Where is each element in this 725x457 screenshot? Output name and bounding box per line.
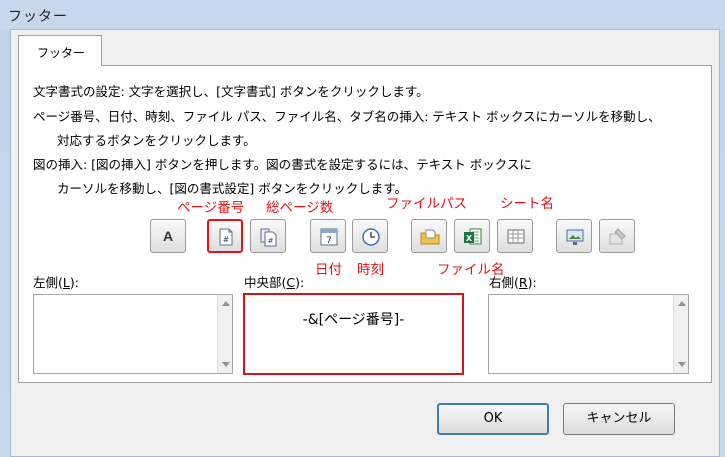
insert-file-name-button[interactable]: X: [454, 219, 490, 253]
right-section-input[interactable]: [488, 294, 689, 374]
svg-text:#: #: [223, 235, 230, 244]
file-name-icon: X: [464, 228, 482, 245]
scroll-down-icon[interactable]: [222, 362, 230, 367]
instruction-line-5: カーソルを移動し、[図の書式設定] ボタンをクリックします。: [57, 181, 407, 196]
cancel-button[interactable]: キャンセル: [563, 403, 675, 435]
insert-date-button[interactable]: 7: [310, 219, 346, 253]
format-picture-icon: [609, 228, 626, 245]
footer-dialog-window: フッター フッター 文字書式の設定: 文字を選択し、[文字書式] ボタンをクリッ…: [0, 0, 725, 457]
insert-file-path-button[interactable]: [411, 219, 447, 253]
right-label-accesskey: R: [518, 275, 528, 290]
right-label-text: 右側(: [489, 275, 519, 290]
format-text-button[interactable]: A: [150, 219, 186, 253]
insert-sheet-name-button[interactable]: [497, 219, 533, 253]
title-bar[interactable]: フッター: [8, 2, 718, 28]
right-label-suffix: ):: [527, 275, 537, 290]
center-section-label: 中央部(C):: [244, 272, 304, 291]
instruction-line-1: 文字書式の設定: 文字を選択し、[文字書式] ボタンをクリックします。: [33, 84, 429, 99]
left-label-suffix: ):: [69, 275, 79, 290]
right-section-label: 右側(R):: [489, 272, 537, 291]
insert-picture-icon: [566, 229, 584, 245]
insert-page-number-button[interactable]: #: [207, 219, 243, 253]
svg-text:#: #: [268, 237, 274, 245]
left-label-accesskey: L: [62, 275, 70, 290]
instruction-line-4: 図の挿入: [図の挿入] ボタンを押します。図の書式を設定するには、テキスト ボ…: [33, 157, 532, 172]
ok-button[interactable]: OK: [437, 403, 549, 435]
insert-time-button[interactable]: [352, 219, 388, 253]
tab-footer-label: フッター: [36, 46, 85, 60]
svg-text:7: 7: [326, 236, 332, 246]
scroll-up-icon[interactable]: [222, 301, 230, 306]
callout-page-number: ページ番号: [177, 200, 245, 216]
time-icon: [362, 228, 380, 246]
window-title: フッター: [8, 9, 68, 25]
format-text-icon: A: [162, 228, 174, 244]
instruction-line-3: 対応するボタンをクリックします。: [57, 133, 256, 148]
left-section-label: 左側(L):: [33, 272, 79, 291]
center-section-input[interactable]: -&[ページ番号]-: [243, 293, 464, 375]
tab-footer[interactable]: フッター: [18, 35, 102, 66]
total-pages-icon: #: [260, 228, 277, 247]
file-path-icon: [420, 229, 440, 245]
callout-total-pages: 総ページ数: [266, 200, 334, 216]
callout-file-path: ファイルパス: [386, 196, 467, 212]
left-label-text: 左側(: [33, 275, 63, 290]
scroll-up-icon[interactable]: [678, 301, 686, 306]
page-number-icon: #: [219, 228, 233, 246]
left-section-scrollbar[interactable]: [217, 295, 232, 373]
center-label-text: 中央部(: [244, 275, 287, 290]
callout-sheet-name: シート名: [500, 196, 554, 212]
center-section-value: -&[ページ番号]-: [302, 312, 405, 328]
insert-picture-button[interactable]: [556, 219, 592, 253]
callout-date: 日付: [315, 262, 342, 278]
scroll-down-icon[interactable]: [678, 362, 686, 367]
callout-time: 時刻: [357, 262, 384, 278]
svg-text:X: X: [466, 234, 473, 243]
left-section-input[interactable]: [33, 294, 233, 374]
instruction-line-2: ページ番号、日付、時刻、ファイル パス、ファイル名、タブ名の挿入: テキスト ボ…: [33, 109, 661, 124]
date-icon: 7: [320, 228, 338, 246]
format-picture-button[interactable]: [599, 219, 635, 253]
sheet-name-icon: [507, 229, 525, 244]
center-label-accesskey: C: [286, 275, 296, 290]
center-label-suffix: ):: [295, 275, 305, 290]
right-section-scrollbar[interactable]: [673, 295, 688, 373]
insert-total-pages-button[interactable]: #: [250, 219, 286, 253]
